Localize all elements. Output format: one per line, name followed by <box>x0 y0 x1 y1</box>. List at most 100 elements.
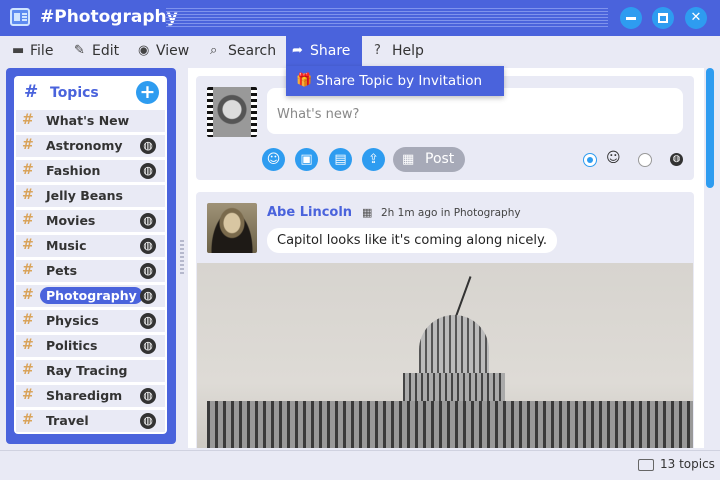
scroll-thumb[interactable] <box>706 68 714 188</box>
topic-item[interactable]: # Sharedigm ◍ <box>16 385 165 407</box>
user-avatar[interactable] <box>207 87 257 137</box>
topic-name: Astronomy <box>46 138 123 153</box>
menu-search[interactable]: ⌕ Search <box>204 36 278 66</box>
menu-view[interactable]: ◉ View <box>132 36 192 66</box>
menu-bar: ▬ File ✎ Edit ◉ View ⌕ Search ➦ Share ? … <box>0 36 720 66</box>
globe-icon: ◍ <box>140 388 156 404</box>
author-avatar[interactable] <box>207 203 257 253</box>
topic-name: Photography <box>40 287 143 304</box>
topic-name: Jelly Beans <box>46 188 123 203</box>
post-text: Capitol looks like it's coming along nic… <box>267 228 557 253</box>
topic-name: Politics <box>46 338 98 353</box>
globe-icon: ◍ <box>140 288 156 304</box>
topic-item[interactable]: # Jelly Beans <box>16 185 165 207</box>
maximize-button[interactable] <box>652 7 674 29</box>
topic-item[interactable]: # What's New <box>16 110 165 132</box>
menu-share[interactable]: ➦ Share <box>286 36 362 66</box>
close-button[interactable]: ✕ <box>685 7 707 29</box>
menu-edit-label: Edit <box>92 43 120 59</box>
emoji-icon[interactable]: ☺ <box>262 148 285 171</box>
share-icon: ➦ <box>292 43 303 58</box>
topics-count: 13 topics <box>660 457 715 471</box>
hash-icon: # <box>24 82 39 102</box>
topic-item[interactable]: # Politics ◍ <box>16 335 165 357</box>
topic-name: Travel <box>46 413 89 428</box>
window-title: #Photography <box>40 7 178 27</box>
topics-panel: # Topics + # What's New # Astronomy ◍ # Fashio… <box>14 76 167 434</box>
pencil-icon: ✎ <box>74 43 85 58</box>
share-topic-by-invitation[interactable]: 🎁 Share Topic by Invitation <box>286 66 504 96</box>
photo-drum <box>403 373 505 403</box>
title-bar-grip[interactable] <box>166 8 608 28</box>
menu-view-label: View <box>156 43 190 59</box>
topic-name: Ray Tracing <box>46 363 128 378</box>
topic-name: What's New <box>46 113 130 128</box>
menu-edit[interactable]: ✎ Edit <box>68 36 122 66</box>
image-icon[interactable]: ▣ <box>295 148 318 171</box>
topic-item[interactable]: # Travel ◍ <box>16 410 165 432</box>
globe-icon: ◍ <box>140 338 156 354</box>
visibility-private-radio[interactable] <box>583 153 597 167</box>
main-panel: ☺ ▣ ▤ ⇪ ▦ Post ☺ ◍ Abe Lincoln ▦ 2h 1m a… <box>188 68 704 448</box>
post-button-label: Post <box>425 151 455 167</box>
globe-icon: ◍ <box>140 413 156 429</box>
post-card: Abe Lincoln ▦ 2h 1m ago in Photography C… <box>196 192 694 448</box>
file-icon: ▬ <box>12 43 25 58</box>
topic-item[interactable]: # Physics ◍ <box>16 310 165 332</box>
menu-file-label: File <box>30 43 54 59</box>
topic-item[interactable]: # Pets ◍ <box>16 260 165 282</box>
hash-icon: # <box>22 137 34 153</box>
hash-icon: # <box>22 362 34 378</box>
main-scrollbar[interactable] <box>706 68 714 448</box>
topic-item[interactable]: # Fashion ◍ <box>16 160 165 182</box>
topic-item[interactable]: # Ray Tracing <box>16 360 165 382</box>
menu-help-label: Help <box>392 43 424 59</box>
topics-title: Topics <box>50 85 99 101</box>
calendar-icon: ▦ <box>362 206 373 219</box>
hash-icon: # <box>22 162 34 178</box>
topics-count-icon <box>638 459 654 471</box>
topic-name: Movies <box>46 213 96 228</box>
menu-file[interactable]: ▬ File <box>6 36 56 66</box>
topic-item[interactable]: # Photography ◍ <box>16 285 165 307</box>
minimize-button[interactable] <box>620 7 642 29</box>
hash-icon: # <box>22 312 34 328</box>
photo-building <box>207 401 693 448</box>
menu-help[interactable]: ? Help <box>368 36 428 66</box>
hash-icon: # <box>22 112 34 128</box>
title-bar[interactable]: #Photography ✕ <box>0 0 720 36</box>
hash-icon: # <box>22 412 34 428</box>
newspaper-icon: ▦ <box>402 152 415 167</box>
splitter-handle[interactable] <box>180 240 184 274</box>
share-topic-label: Share Topic by Invitation <box>316 73 483 89</box>
globe-icon: ◍ <box>140 163 156 179</box>
smiley-icon: ☺ <box>606 150 621 166</box>
globe-icon: ◍ <box>140 213 156 229</box>
search-icon: ⌕ <box>210 43 218 58</box>
topic-item[interactable]: # Movies ◍ <box>16 210 165 232</box>
topic-name: Physics <box>46 313 99 328</box>
hash-icon: # <box>22 262 34 278</box>
gift-icon: 🎁 <box>296 73 313 88</box>
file-icon[interactable]: ▤ <box>329 148 352 171</box>
topic-name: Sharedigm <box>46 388 123 403</box>
hash-icon: # <box>22 212 34 228</box>
visibility-public-radio[interactable] <box>638 153 652 167</box>
topic-item[interactable]: # Astronomy ◍ <box>16 135 165 157</box>
topic-item[interactable]: # Music ◍ <box>16 235 165 257</box>
post-button[interactable]: ▦ Post <box>393 147 465 172</box>
topic-name: Fashion <box>46 163 101 178</box>
upload-icon[interactable]: ⇪ <box>362 148 385 171</box>
globe-icon: ◍ <box>670 153 683 166</box>
hash-icon: # <box>22 337 34 353</box>
post-photo[interactable] <box>197 263 693 448</box>
hash-icon: # <box>22 187 34 203</box>
add-topic-button[interactable]: + <box>136 81 159 104</box>
topics-header: # Topics + <box>14 76 167 110</box>
topic-name: Pets <box>46 263 78 278</box>
globe-icon: ◍ <box>140 313 156 329</box>
topic-name: Music <box>46 238 87 253</box>
hash-icon: # <box>22 237 34 253</box>
post-meta: 2h 1m ago in Photography <box>381 207 521 219</box>
post-author[interactable]: Abe Lincoln <box>267 205 352 220</box>
